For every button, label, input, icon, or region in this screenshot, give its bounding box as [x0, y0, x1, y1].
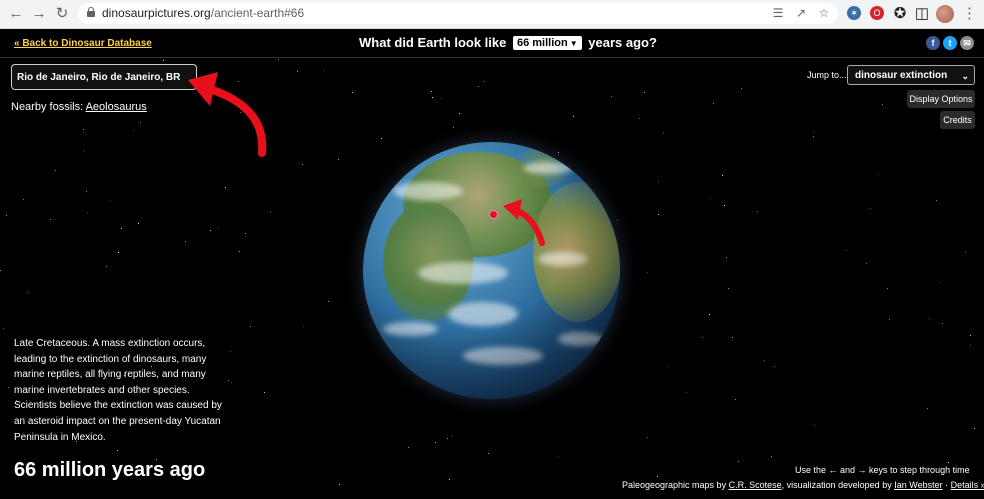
annotation-arrowhead-globe	[503, 199, 522, 220]
annotation-arrows	[188, 72, 545, 246]
annotation-arrowhead-location	[188, 72, 218, 106]
